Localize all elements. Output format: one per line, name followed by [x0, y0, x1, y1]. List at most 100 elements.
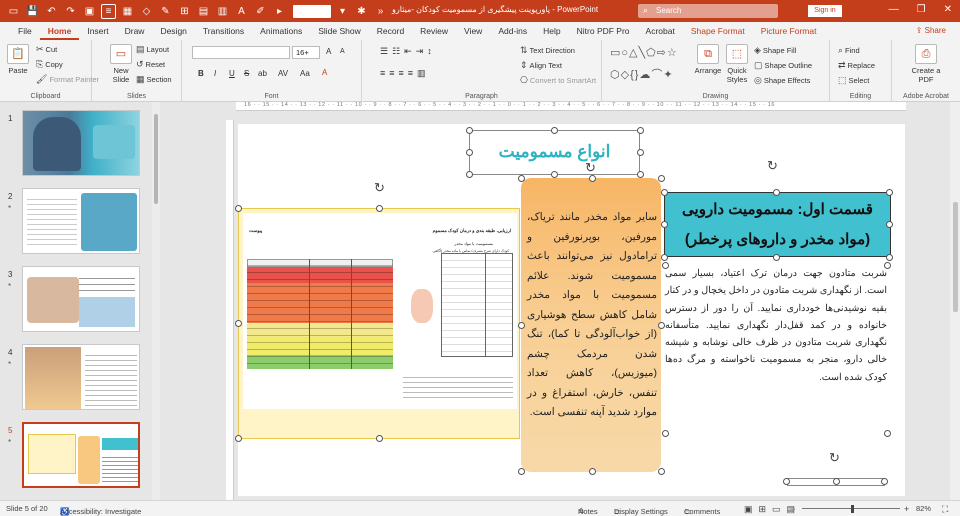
dropdown-icon[interactable]: ▾: [335, 4, 350, 19]
resize-handle[interactable]: [551, 127, 558, 134]
resize-handle[interactable]: [637, 171, 644, 178]
shape-fill-button[interactable]: ◈ Shape Fill: [754, 45, 796, 56]
star-icon[interactable]: ✱: [354, 4, 369, 19]
font-size-select[interactable]: 16+: [292, 46, 320, 59]
orange-text[interactable]: سایر مواد مخدر مانند تریاک، مورفین، بوپر…: [527, 208, 657, 423]
grow-font-button[interactable]: A: [326, 47, 331, 56]
text-shadow-button[interactable]: ab: [258, 69, 267, 78]
text-direction-button[interactable]: ⇅ Text Direction: [520, 45, 575, 56]
pen-icon[interactable]: ✐: [253, 4, 268, 19]
align-icon[interactable]: ≡: [101, 3, 116, 19]
resize-handle[interactable]: [661, 221, 668, 228]
thumbnail-4[interactable]: 4 *: [0, 342, 152, 414]
section-button[interactable]: ▦ Section: [136, 74, 172, 85]
search-box[interactable]: ⌕ Search: [638, 4, 778, 18]
redo-icon[interactable]: ↷: [63, 4, 78, 19]
close-button[interactable]: ✕: [944, 4, 952, 15]
resize-handle[interactable]: [658, 322, 665, 329]
create-pdf-button[interactable]: ⎙ Create a PDF: [904, 44, 948, 84]
resize-handle[interactable]: [376, 435, 383, 442]
tab-file[interactable]: File: [10, 22, 40, 40]
restore-button[interactable]: ❐: [917, 4, 926, 15]
quick-styles-button[interactable]: ⬚ Quick Styles: [724, 44, 750, 84]
underline-button[interactable]: U: [229, 69, 235, 78]
tab-shape-format[interactable]: Shape Format: [683, 22, 753, 40]
resize-handle[interactable]: [884, 262, 891, 269]
shapes-icon[interactable]: ◇: [139, 4, 154, 19]
font-name-select[interactable]: [192, 46, 290, 59]
resize-handle[interactable]: [466, 149, 473, 156]
resize-handle[interactable]: [773, 189, 780, 196]
resize-handle[interactable]: [881, 478, 888, 485]
tab-insert[interactable]: Insert: [79, 22, 116, 40]
share-button[interactable]: ⇪ Share: [916, 26, 946, 35]
tab-review[interactable]: Review: [412, 22, 456, 40]
resize-handle[interactable]: [518, 175, 525, 182]
font-color-icon[interactable]: A: [322, 68, 327, 77]
resize-handle[interactable]: [235, 205, 242, 212]
sign-in-button[interactable]: Sign in: [808, 5, 842, 17]
align-text-button[interactable]: ⇕ Align Text: [520, 60, 562, 71]
poisoning-table-image[interactable]: ارزیابی، طبقه بندی و درمان کودک مسموم پی…: [238, 208, 520, 439]
italic-button[interactable]: I: [214, 69, 216, 78]
thumbnail-2[interactable]: 2 *: [0, 186, 152, 258]
convert-smartart-button[interactable]: ⎔ Convert to SmartArt: [520, 75, 596, 86]
shape-effects-button[interactable]: ◎ Shape Effects: [754, 75, 810, 86]
resize-handle[interactable]: [783, 478, 790, 485]
tab-animations[interactable]: Animations: [252, 22, 310, 40]
zoom-level[interactable]: 82%: [916, 504, 931, 513]
autosave-icon[interactable]: ▭: [6, 4, 21, 19]
tab-draw[interactable]: Draw: [117, 22, 153, 40]
resize-handle[interactable]: [833, 478, 840, 485]
copy-button[interactable]: ⎘ Copy: [36, 59, 63, 70]
resize-handle[interactable]: [773, 254, 780, 261]
undo-icon[interactable]: ↶: [44, 4, 59, 19]
resize-handle[interactable]: [637, 127, 644, 134]
tab-record[interactable]: Record: [369, 22, 412, 40]
find-button[interactable]: ⌕ Find: [838, 45, 860, 56]
char-spacing-button[interactable]: AV: [278, 69, 288, 78]
resize-handle[interactable]: [658, 468, 665, 475]
reset-button[interactable]: ↺ Reset: [136, 59, 165, 70]
resize-handle[interactable]: [518, 322, 525, 329]
resize-handle[interactable]: [637, 149, 644, 156]
rotate-handle-icon[interactable]: ↻: [374, 180, 385, 196]
alignment-buttons[interactable]: ≡≡≡≡▥: [380, 68, 430, 79]
rotate-handle-icon[interactable]: ↻: [767, 158, 778, 174]
replace-button[interactable]: ⇄ Replace: [838, 60, 875, 71]
chart-icon[interactable]: ▥: [215, 4, 230, 19]
strikethrough-button[interactable]: S: [244, 69, 249, 78]
zoom-out-button[interactable]: −: [790, 504, 795, 514]
arrange-button[interactable]: ⧉ Arrange: [694, 44, 722, 75]
resize-handle[interactable]: [466, 171, 473, 178]
zoom-slider-thumb[interactable]: [851, 505, 854, 513]
resize-handle[interactable]: [662, 430, 669, 437]
body-text[interactable]: شربت متادون جهت درمان ترک اعتیاد، بسیار …: [665, 265, 887, 433]
bold-button[interactable]: B: [198, 69, 204, 78]
save-icon[interactable]: 💾: [25, 4, 40, 19]
tab-home[interactable]: Home: [39, 22, 80, 40]
table-icon[interactable]: ▤: [196, 4, 211, 19]
tab-picture-format[interactable]: Picture Format: [753, 22, 825, 40]
thumbnail-3[interactable]: 3 *: [0, 264, 152, 336]
scroll-thumb[interactable]: [953, 202, 958, 312]
resize-handle[interactable]: [235, 435, 242, 442]
thumbnail-scrollbar[interactable]: [152, 102, 160, 500]
fit-slide-icon[interactable]: ⛶: [942, 504, 948, 515]
resize-handle[interactable]: [466, 127, 473, 134]
zoom-in-button[interactable]: +: [904, 504, 909, 514]
quick-access-input[interactable]: [293, 4, 331, 18]
section-heading[interactable]: قسمت اول: مسمومیت دارویی (مواد مخدر و دا…: [664, 192, 891, 257]
resize-handle[interactable]: [886, 189, 893, 196]
resize-handle[interactable]: [886, 254, 893, 261]
tab-design[interactable]: Design: [152, 22, 194, 40]
tab-help[interactable]: Help: [535, 22, 568, 40]
tab-transitions[interactable]: Transitions: [195, 22, 252, 40]
list-buttons[interactable]: ☰☷⇤⇥↕: [380, 46, 436, 57]
present-icon[interactable]: ▣: [82, 4, 97, 19]
paste-button[interactable]: 📋 Paste: [4, 44, 32, 75]
shapes-gallery-row2[interactable]: ⬡◇{}☁⌒✦: [610, 66, 674, 82]
tab-acrobat[interactable]: Acrobat: [638, 22, 683, 40]
resize-handle[interactable]: [589, 468, 596, 475]
slide-title[interactable]: انواع مسمومیت: [469, 130, 640, 175]
